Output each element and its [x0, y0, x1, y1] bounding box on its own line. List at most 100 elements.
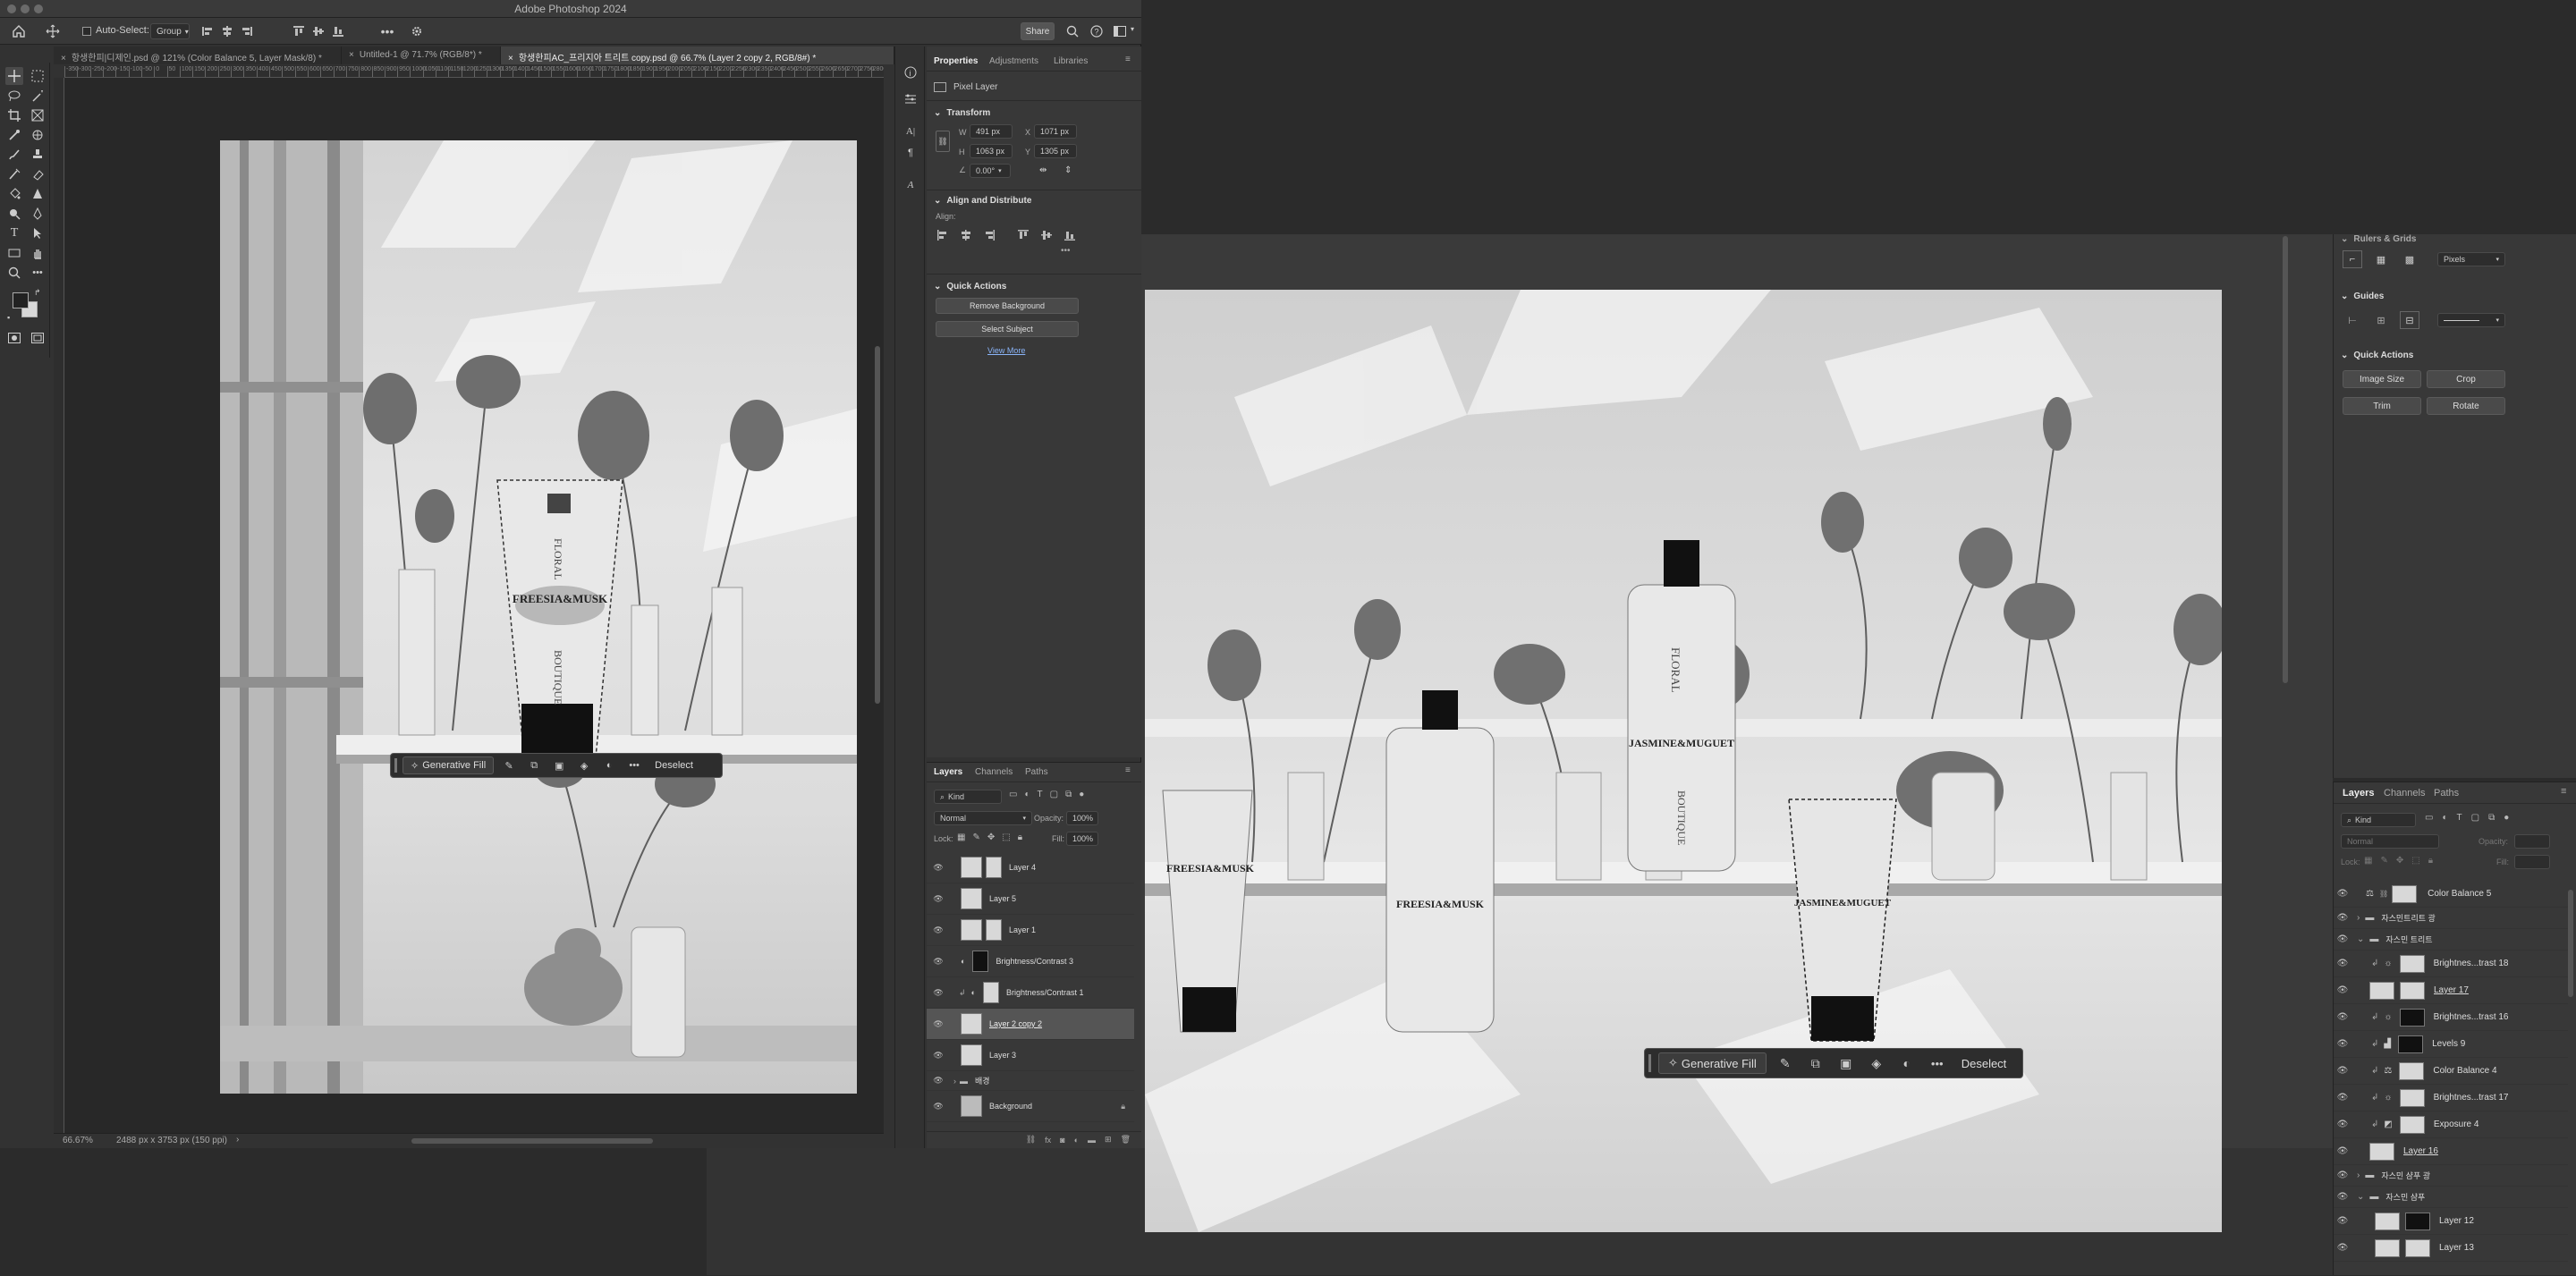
trim-button[interactable]: Trim	[2343, 397, 2421, 415]
share-button[interactable]: Share	[1021, 22, 1055, 40]
lock-all-icon[interactable]: 🔒︎	[1018, 832, 1022, 842]
layer-row[interactable]: 👁︎ Layer 13	[2334, 1235, 2568, 1262]
generative-fill-button[interactable]: ✧ Generative Fill	[402, 756, 495, 774]
align-bottom-icon[interactable]	[331, 24, 345, 38]
trash-icon[interactable]: 🗑︎	[1121, 1135, 1131, 1145]
close-icon[interactable]: ×	[508, 54, 513, 63]
angle-field[interactable]: 0.00° ▾	[970, 164, 1011, 178]
y-field[interactable]: 1305 px	[1034, 144, 1077, 158]
move-tool-icon[interactable]	[5, 67, 23, 85]
align-left-icon[interactable]	[200, 24, 215, 38]
guides-icon[interactable]: ⊢	[2343, 311, 2362, 329]
height-field[interactable]: 1063 px	[970, 144, 1013, 158]
type-filter-icon[interactable]: T	[2457, 813, 2462, 823]
flip-vertical-icon[interactable]: ⇕	[1064, 165, 1072, 175]
visibility-eye-icon[interactable]: 👁︎	[927, 1102, 950, 1111]
image-size-button[interactable]: Image Size	[2343, 370, 2421, 388]
link-layers-icon[interactable]: ⛓	[1026, 1135, 1036, 1145]
layer-row[interactable]: 👁︎ Layer 5	[927, 883, 1134, 915]
rulers-grids-title[interactable]: ⌄ Rulers & Grids	[2341, 234, 2416, 244]
vertical-scrollbar[interactable]	[875, 346, 880, 704]
blend-mode-dropdown[interactable]: Normal	[2341, 834, 2439, 849]
lasso-tool-icon[interactable]	[5, 87, 23, 105]
fill-icon[interactable]: ◈	[574, 756, 594, 774]
mask-icon[interactable]: ▣	[549, 756, 569, 774]
close-icon[interactable]: ×	[349, 50, 354, 60]
opacity-field[interactable]	[2514, 834, 2550, 849]
mask-icon[interactable]: ▣	[1835, 1052, 1858, 1074]
align-right-icon[interactable]	[240, 24, 254, 38]
auto-select-checkbox[interactable]	[82, 27, 91, 36]
layer-row[interactable]: 👁︎ ⚖ ⛓ Color Balance 5	[2334, 881, 2568, 908]
pixel-filter-icon[interactable]: ▭	[1009, 790, 1017, 799]
swap-colors-icon[interactable]: ↱	[34, 288, 41, 298]
stamp-tool-icon[interactable]	[29, 146, 47, 164]
tab-doc-2[interactable]: × Untitled-1 @ 71.7% (RGB/8*) *	[342, 46, 501, 64]
kind-filter-dropdown[interactable]: ⌕ Kind	[2341, 813, 2416, 827]
guide-layout-icon[interactable]: ⊞	[2371, 311, 2391, 329]
more-options-icon[interactable]: •••	[1061, 246, 1071, 256]
panel-menu-icon[interactable]: ≡	[1125, 55, 1131, 64]
layer-group-row[interactable]: 👁︎ ⌄ ▬ 자스민 트리트	[2334, 929, 2568, 951]
deselect-button[interactable]: Deselect	[649, 760, 699, 771]
visibility-eye-icon[interactable]: 👁︎	[2334, 889, 2351, 899]
x-field[interactable]: 1071 px	[1034, 124, 1077, 139]
marquee-tool-icon[interactable]	[29, 67, 47, 85]
units-dropdown[interactable]: Pixels ▾	[2437, 252, 2505, 266]
crop-tool-icon[interactable]	[5, 106, 23, 124]
move-tool-icon[interactable]	[45, 23, 61, 39]
more-options-icon[interactable]: •••	[1926, 1052, 1949, 1074]
layer-row[interactable]: 👁︎ ↲ ☼ Brightnes...trast 17	[2334, 1085, 2568, 1111]
align-top-icon[interactable]	[292, 24, 306, 38]
tab-layers[interactable]: Layers	[934, 767, 962, 777]
search-icon[interactable]	[1064, 23, 1080, 39]
lock-image-icon[interactable]: ✎	[2380, 856, 2387, 866]
brush-tool-icon[interactable]	[5, 146, 23, 164]
home-icon[interactable]	[11, 23, 27, 39]
adjustment-icon[interactable]: ◐	[599, 756, 619, 774]
kind-filter-dropdown[interactable]: ⌕ Kind	[934, 790, 1002, 804]
rotate-button[interactable]: Rotate	[2427, 397, 2505, 415]
align-right-edges-icon[interactable]	[982, 228, 996, 242]
more-options-icon[interactable]: •••	[379, 24, 395, 38]
info-icon[interactable]: i	[902, 64, 919, 80]
tab-adjustments[interactable]: Adjustments	[989, 56, 1038, 66]
pixel-filter-icon[interactable]: ▭	[2425, 813, 2433, 823]
layer-group-row[interactable]: 👁︎ › ▬ 자스민 샴푸 광	[2334, 1165, 2568, 1187]
chevron-right-icon[interactable]: ›	[953, 1077, 956, 1086]
visibility-eye-icon[interactable]: 👁︎	[927, 957, 950, 967]
lock-transparent-icon[interactable]: ▦	[2364, 856, 2372, 866]
hand-tool-icon[interactable]	[29, 244, 47, 262]
screen-mode-icon[interactable]	[29, 329, 47, 347]
paragraph-icon[interactable]: ¶	[902, 145, 919, 161]
visibility-eye-icon[interactable]: 👁︎	[2334, 1066, 2351, 1076]
align-vertical-centers-icon[interactable]	[1039, 228, 1054, 242]
frame-tool-icon[interactable]	[29, 106, 47, 124]
lock-transparent-icon[interactable]: ▦	[957, 832, 965, 842]
lock-image-icon[interactable]: ✎	[972, 832, 979, 842]
layer-row[interactable]: 👁︎ ↲ ☼ Brightnes...trast 18	[2334, 951, 2568, 977]
pixel-grid-icon[interactable]: ▩	[2400, 250, 2419, 268]
visibility-eye-icon[interactable]: 👁︎	[2334, 985, 2351, 995]
align-middle-icon[interactable]	[311, 24, 326, 38]
lock-position-icon[interactable]: ✥	[987, 832, 995, 842]
tab-libraries[interactable]: Libraries	[1054, 56, 1088, 66]
horizontal-scrollbar[interactable]	[411, 1138, 653, 1144]
visibility-eye-icon[interactable]: 👁︎	[2334, 1216, 2351, 1226]
grid-icon[interactable]: ▦	[2371, 250, 2391, 268]
layer-row[interactable]: 👁︎ Layer 4	[927, 852, 1134, 883]
lock-artboard-icon[interactable]: ⬚	[2411, 856, 2419, 866]
foreground-color-swatch[interactable]	[13, 292, 29, 308]
layer-row[interactable]: 👁︎ Layer 16	[2334, 1138, 2568, 1165]
more-tools-icon[interactable]: •••	[29, 264, 47, 282]
gear-icon[interactable]	[410, 24, 424, 38]
tab-paths[interactable]: Paths	[1025, 767, 1048, 777]
layer-row[interactable]: 👁︎ Layer 1	[927, 915, 1134, 946]
quick-mask-icon[interactable]	[5, 329, 23, 347]
brush-icon[interactable]: ✎	[499, 756, 519, 774]
chevron-down-icon[interactable]: ⌄	[2357, 1192, 2364, 1202]
help-icon[interactable]: ?	[1089, 23, 1105, 39]
drag-handle[interactable]	[394, 758, 397, 773]
layer-row[interactable]: 👁︎ ↲ ◐ Brightness/Contrast 1	[927, 977, 1134, 1009]
remove-background-button[interactable]: Remove Background	[936, 298, 1079, 314]
